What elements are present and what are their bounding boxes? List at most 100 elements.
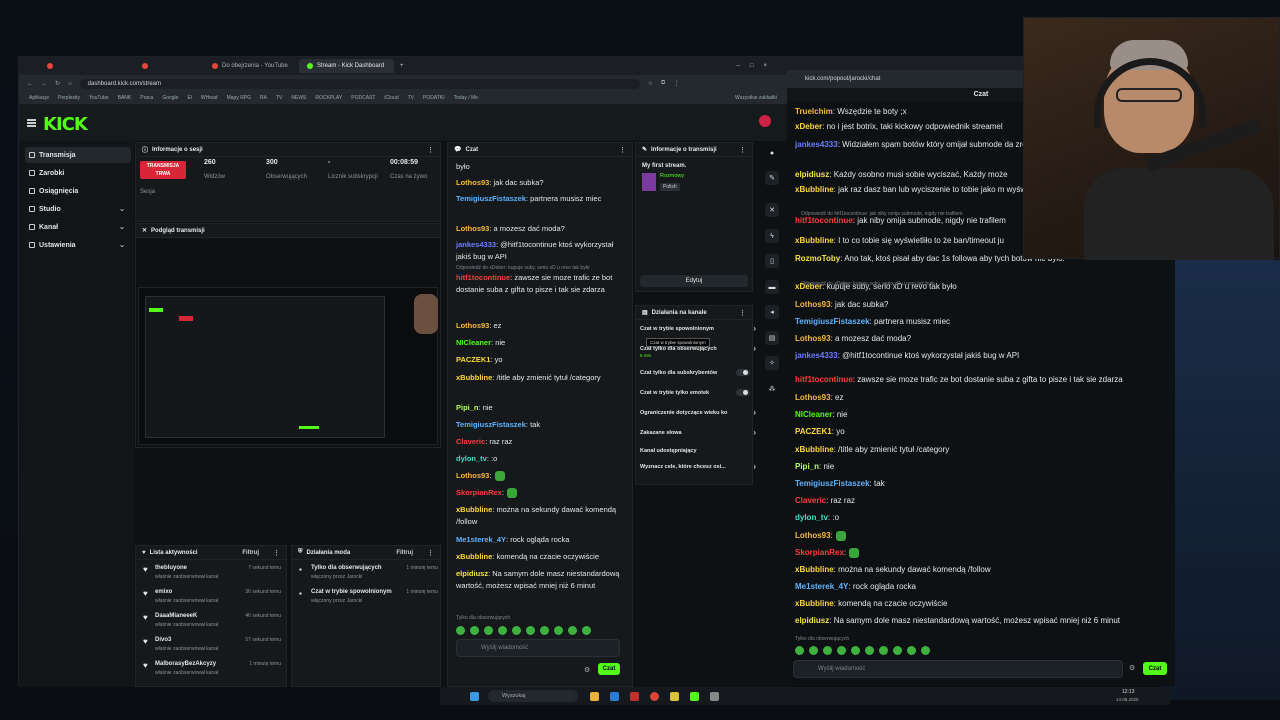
chat-username[interactable]: NICleaner: [795, 410, 832, 419]
chat-username[interactable]: NICleaner: [456, 338, 491, 347]
chat-username[interactable]: xBubbline: [795, 236, 834, 245]
chat-username[interactable]: Me1sterek_4Y: [795, 582, 848, 591]
pencil-icon[interactable]: ✎: [765, 171, 779, 185]
menu-dots-icon[interactable]: ⋮: [673, 80, 679, 87]
chat-username[interactable]: Pipi_n: [795, 462, 819, 471]
bookmark[interactable]: Aplikacje: [29, 95, 49, 101]
bookmark-all[interactable]: Wszystkie zakładki: [735, 95, 777, 101]
new-tab-icon[interactable]: +: [400, 63, 404, 69]
clock-time[interactable]: 12:13: [1122, 689, 1135, 695]
kebab-icon[interactable]: ⋮: [427, 549, 434, 557]
users-icon[interactable]: ⁂: [765, 382, 779, 396]
settings-icon[interactable]: ⚙: [584, 666, 590, 674]
edit-button[interactable]: Edytuj: [640, 275, 748, 287]
chat-username[interactable]: hitf1tocontinue: [456, 273, 510, 282]
chat-username[interactable]: Lothos93: [456, 471, 489, 480]
chat-username[interactable]: xBubbline: [456, 505, 492, 514]
option-age-restriction[interactable]: Ograniczenie dotyczące wieku ko ›: [640, 408, 756, 417]
bookmark[interactable]: PODCAST: [351, 95, 375, 101]
chat-username[interactable]: elpidiusz: [795, 170, 829, 179]
option-banned-words[interactable]: Zakazane słowa ›: [640, 428, 756, 437]
bookmark[interactable]: WHead: [201, 95, 218, 101]
settings-icon[interactable]: ⚙: [1129, 664, 1135, 672]
filter-button[interactable]: Filtruj: [396, 550, 413, 556]
option-sharing-channel[interactable]: Kanał udostępniający: [640, 448, 756, 454]
forward-icon[interactable]: →: [41, 81, 47, 87]
kebab-icon[interactable]: ⋮: [427, 146, 434, 154]
chat-username[interactable]: TemigiuszFistaszek: [456, 194, 526, 203]
chat-username[interactable]: hitf1tocontinue: [795, 375, 853, 384]
bookmark[interactable]: Praca: [140, 95, 153, 101]
chat-username[interactable]: Pipi_n: [456, 403, 479, 412]
folder-icon[interactable]: [590, 692, 599, 701]
chat-username[interactable]: xDeber: [795, 122, 822, 131]
bookmark[interactable]: RA: [260, 95, 267, 101]
emote-row[interactable]: [456, 626, 591, 635]
filter-button[interactable]: Filtruj: [242, 550, 259, 556]
chat-username[interactable]: Lothos93: [456, 178, 489, 187]
wrench-icon[interactable]: ✧: [765, 356, 779, 370]
chat-username[interactable]: PACZEK1: [456, 355, 490, 364]
browser-tab[interactable]: [134, 59, 204, 73]
chat-username[interactable]: Me1sterek_4Y: [456, 535, 506, 544]
toggle-subscribers-only[interactable]: [736, 369, 750, 376]
app-icon[interactable]: [630, 692, 639, 701]
hamburger-menu-icon[interactable]: [27, 119, 36, 127]
bookmark[interactable]: Today / Me: [454, 95, 478, 101]
chat-username[interactable]: TemigiuszFistaszek: [795, 317, 870, 326]
emote-row[interactable]: [795, 646, 930, 655]
chat-username[interactable]: Claveric: [456, 437, 485, 446]
chat-username[interactable]: dylon_tv: [456, 454, 487, 463]
edge-icon[interactable]: [610, 692, 619, 701]
bookmark[interactable]: Google: [162, 95, 178, 101]
bookmark[interactable]: NEWS: [291, 95, 306, 101]
chat-username[interactable]: xBubbline: [795, 185, 834, 194]
app-icon[interactable]: [670, 692, 679, 701]
bookmark[interactable]: TV: [408, 95, 414, 101]
bookmark[interactable]: PODATKI: [423, 95, 445, 101]
reload-icon[interactable]: ↻: [55, 80, 60, 87]
bolt-icon[interactable]: ϟ: [765, 229, 779, 243]
kick-logo[interactable]: KICK: [43, 114, 88, 135]
toggle-emote-only[interactable]: [736, 389, 750, 396]
kebab-icon[interactable]: ⋮: [273, 549, 280, 557]
bookmark[interactable]: TV: [276, 95, 282, 101]
chat-username[interactable]: Lothos93: [456, 321, 489, 330]
bookmark[interactable]: El: [187, 95, 191, 101]
sound-icon[interactable]: ◂: [765, 305, 779, 319]
chat-username[interactable]: elpidiusz: [795, 616, 829, 625]
chat-username[interactable]: xBubbline: [795, 599, 834, 608]
chat-username[interactable]: dylon_tv: [795, 513, 828, 522]
star-icon[interactable]: ☆: [648, 80, 653, 87]
kebab-icon[interactable]: ⋮: [739, 146, 746, 154]
app-icon[interactable]: [710, 692, 719, 701]
chat-username[interactable]: xBubbline: [795, 565, 834, 574]
chat-username[interactable]: Lothos93: [795, 300, 831, 309]
chat-username[interactable]: jankes4333: [795, 140, 838, 149]
chat-username[interactable]: RozmoToby: [795, 254, 840, 263]
chat-username[interactable]: elpidiusz: [456, 569, 488, 578]
bookmark[interactable]: Mapy RPG: [227, 95, 251, 101]
chat-username[interactable]: hitf1tocontinue: [795, 216, 853, 225]
nav-item-ustawienia[interactable]: Ustawienia ⌄: [25, 237, 131, 253]
nav-item-transmisja[interactable]: Transmisja: [25, 147, 131, 163]
chat-icon[interactable]: ▬: [765, 280, 779, 294]
chat-username[interactable]: jankes4333: [795, 351, 838, 360]
url-input[interactable]: kick.com/popout/jarocki/chat: [805, 76, 880, 82]
bookmark[interactable]: ROCKPLAY: [315, 95, 342, 101]
info-icon[interactable]: ●: [765, 146, 779, 160]
avatar[interactable]: [759, 115, 771, 127]
stream-preview-video[interactable]: [138, 287, 438, 445]
chat-message-input[interactable]: Wyślij wiadomość: [793, 660, 1123, 678]
send-chat-button[interactable]: Czat: [598, 663, 620, 675]
taskbar-search[interactable]: Wyszukaj: [488, 690, 578, 702]
chat-username[interactable]: TemigiuszFistaszek: [456, 420, 526, 429]
windows-start-icon[interactable]: [470, 692, 479, 701]
chat-username[interactable]: Truelchim: [795, 107, 833, 116]
home-icon[interactable]: ⌂: [68, 81, 72, 87]
chat-username[interactable]: Lothos93: [795, 334, 831, 343]
chat-username[interactable]: xBubbline: [456, 373, 492, 382]
kebab-icon[interactable]: ⋮: [619, 146, 626, 154]
chat-username[interactable]: Lothos93: [456, 224, 489, 233]
url-input[interactable]: dashboard.kick.com/stream: [79, 78, 640, 89]
